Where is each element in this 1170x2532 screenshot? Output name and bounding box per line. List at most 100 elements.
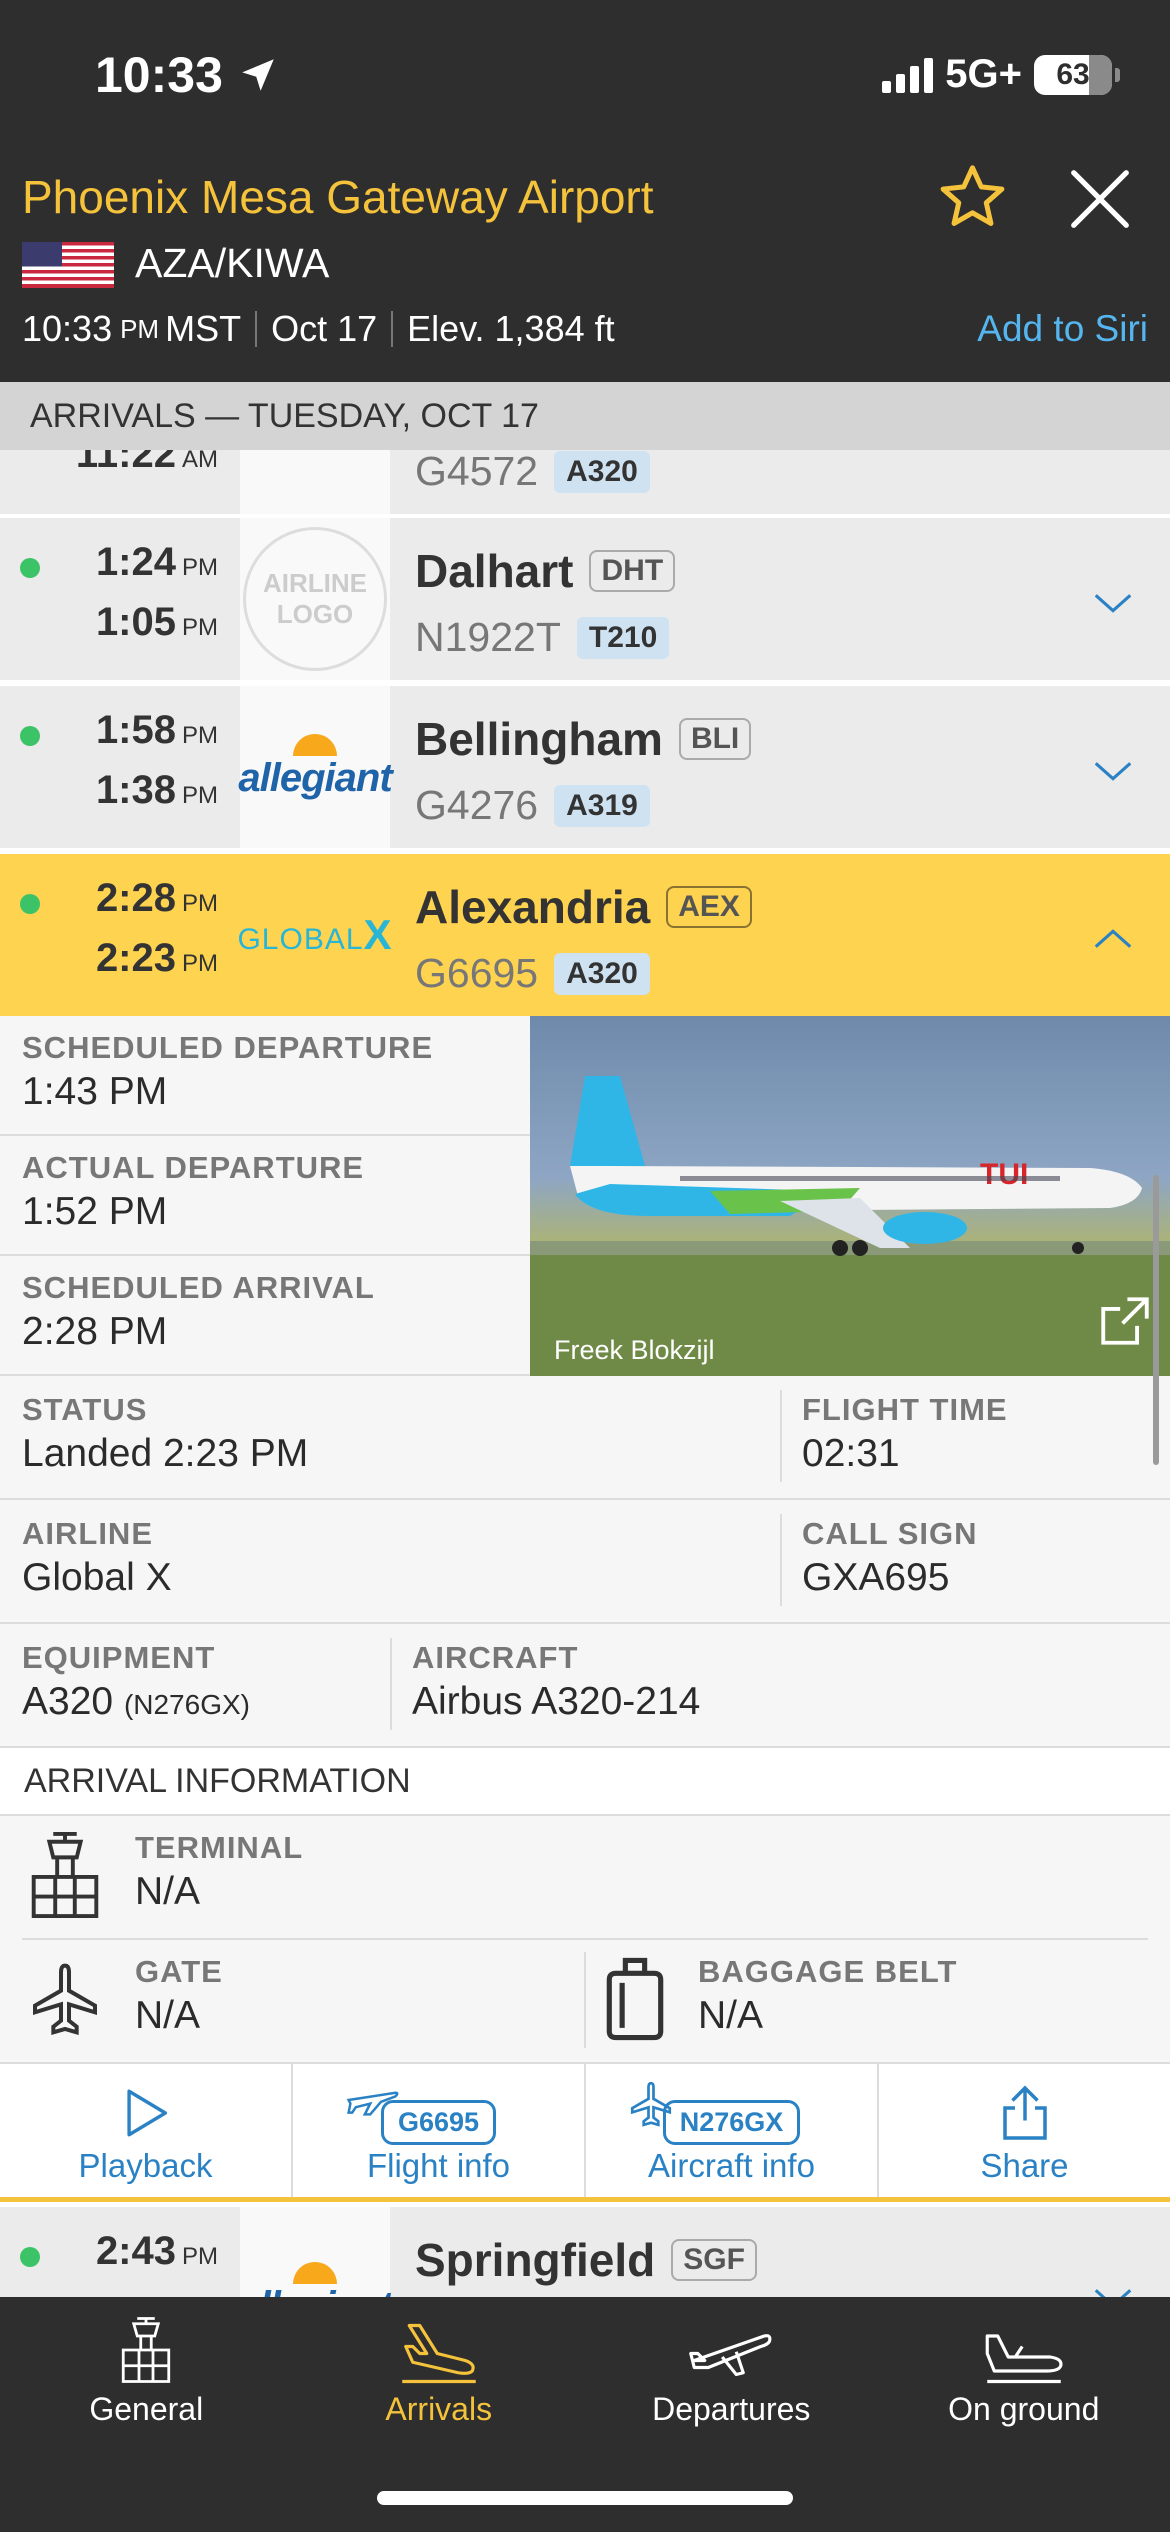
flight-number: G6695 A320 — [415, 950, 650, 997]
plane-icon — [33, 1963, 98, 2035]
aircraft-type-badge: A320 — [554, 450, 650, 493]
equipment: A320 (N276GX) — [22, 1680, 250, 1723]
scheduled-arrival-time: 2:43 PM — [95, 2229, 218, 2273]
flight-row-bellingham[interactable]: 1:58 PM 1:38 PM allegiant Bellingham BLI G4… — [0, 686, 1170, 848]
flight-number-tag: G6695 — [380, 2100, 497, 2145]
aircraft-type-badge: T210 — [576, 616, 670, 659]
terminal-row: TERMINAL N/A — [0, 1816, 1170, 1940]
local-time: 10:33 — [22, 308, 113, 349]
timezone: MST — [165, 308, 242, 349]
takeoff-plane-icon — [689, 2334, 772, 2377]
departure-times: SCHEDULED DEPARTURE 1:43 PM ACTUAL DEPAR… — [0, 1016, 530, 1376]
scheduled-arrival-time: 1:58 PM — [95, 708, 218, 752]
flight-number: G4276 A319 — [415, 782, 650, 829]
registration-tag: N276GX — [662, 2100, 801, 2145]
aircraft-type-badge: A320 — [554, 952, 650, 995]
chevron-down-icon[interactable] — [1090, 2275, 1136, 2297]
scheduled-departure: SCHEDULED DEPARTURE 1:43 PM — [0, 1016, 530, 1136]
chevron-down-icon[interactable] — [1090, 748, 1136, 794]
scheduled-arrival-time: 1:24 PM — [95, 540, 218, 584]
flight-time: 02:31 — [802, 1432, 900, 1475]
close-icon[interactable] — [1065, 164, 1135, 234]
aircraft-image: TUI — [530, 1076, 1170, 1376]
luggage-icon — [606, 1957, 664, 2041]
status-dot — [20, 558, 40, 578]
home-indicator[interactable] — [377, 2491, 793, 2505]
gate-baggage-row: GATE N/A BAGGAGE BELT N/A — [0, 1940, 1170, 2064]
aircraft-info-button[interactable]: N276GX Aircraft info — [586, 2064, 879, 2197]
local-date: Oct 17 — [271, 308, 378, 349]
elevation: Elev. 1,384 ft — [407, 308, 615, 349]
airline-logo: allegiant — [238, 2207, 393, 2297]
iata-badge: BLI — [678, 718, 752, 760]
open-external-icon[interactable] — [1096, 1292, 1154, 1350]
landing-plane-icon — [402, 2323, 476, 2384]
airport-meta: 10:33 PM MST Oct 17 Elev. 1,384 ft — [22, 308, 615, 350]
status-indicators: 5G+ 63 — [882, 52, 1120, 97]
chevron-down-icon[interactable] — [1090, 580, 1136, 626]
arrivals-date-header: ARRIVALS — TUESDAY, OCT 17 — [0, 382, 1170, 450]
scheduled-arrival: SCHEDULED ARRIVAL 2:28 PM — [0, 1256, 530, 1376]
us-flag-icon — [22, 242, 114, 288]
status-dot — [20, 2247, 40, 2267]
arrival-information-title: ARRIVAL INFORMATION — [0, 1748, 1170, 1816]
actual-departure: ACTUAL DEPARTURE 1:52 PM — [0, 1136, 530, 1256]
airport-name: Phoenix Mesa Gateway Airport — [22, 171, 654, 223]
status-row: STATUS Landed 2:23 PM FLIGHT TIME 02:31 — [0, 1376, 1170, 1500]
aircraft-type-badge: A319 — [554, 784, 650, 827]
iata-badge: AEX — [666, 886, 752, 928]
tab-general[interactable]: General — [0, 2297, 293, 2532]
flight-row-alexandria[interactable]: 2:28 PM 2:23 PM GLOBALX Alexandria AEX G669… — [0, 854, 1170, 1016]
airline-logo: allegiant — [238, 686, 393, 848]
scheduled-arrival-time: 2:28 PM — [95, 876, 218, 920]
add-to-siri-link[interactable]: Add to Siri — [977, 308, 1148, 350]
origin-city: Springfield SGF — [415, 2233, 757, 2287]
airline-logo: allegiant — [240, 450, 390, 514]
actual-arrival-time: 1:38 PM — [95, 768, 218, 812]
photo-credit: Freek Blokzijl — [554, 1335, 715, 1365]
aircraft-photo[interactable]: TUI Freek Blokzijl — [530, 1016, 1170, 1376]
flight-actions: Playback G6695 Flight info N276GX Aircra… — [0, 2062, 1170, 2202]
airline-row: AIRLINE Global X CALL SIGN GXA695 — [0, 1500, 1170, 1624]
flight-row-dalhart[interactable]: 1:24 PM 1:05 PM AIRLINE LOGO Dalhart DHT N1… — [0, 518, 1170, 680]
scrollbar[interactable] — [1153, 1175, 1159, 1465]
playback-button[interactable]: Playback — [0, 2064, 293, 2197]
share-icon — [1002, 2085, 1047, 2140]
chevron-up-icon[interactable] — [1090, 916, 1136, 962]
terminal-tower-icon — [31, 1831, 99, 1919]
flight-status: Landed 2:23 PM — [22, 1432, 309, 1475]
iata-badge: SGF — [671, 2239, 757, 2281]
baggage-value: N/A — [698, 1994, 764, 2037]
ground-plane-icon — [985, 2334, 1063, 2384]
favorite-star-icon[interactable] — [935, 160, 1010, 235]
signal-icon — [882, 57, 934, 93]
network-type: 5G+ — [945, 52, 1022, 96]
battery-level: 63 — [1056, 57, 1090, 91]
actual-arrival-time: 1:05 PM — [95, 600, 218, 644]
origin-city: Dalhart DHT — [415, 544, 676, 598]
airline-name: Global X — [22, 1556, 172, 1599]
flight-number: N1922T T210 — [415, 614, 670, 661]
status-bar: 10:33 5G+ 63 — [0, 0, 1170, 150]
battery-icon: 63 — [1034, 54, 1120, 95]
share-button[interactable]: Share — [879, 2064, 1170, 2197]
airport-code: AZA/KIWA — [135, 240, 330, 286]
call-sign: GXA695 — [802, 1556, 950, 1599]
origin-city: Bellingham BLI — [415, 712, 752, 766]
flight-row-springfield[interactable]: 2:43PM allegiant SpringfieldSGF — [0, 2207, 1170, 2297]
actual-arrival-time: 2:23 PM — [95, 936, 218, 980]
status-dot — [20, 726, 40, 746]
status-dot — [20, 894, 40, 914]
arrival-time: 11:22 AM — [75, 450, 218, 476]
clock: 10:33 — [95, 47, 223, 103]
iata-badge: DHT — [589, 550, 676, 592]
tab-on-ground[interactable]: On ground — [878, 2297, 1170, 2532]
arrivals-list[interactable]: 11:22AM allegiant G4572A320 1:24PM 1:05P… — [0, 450, 1170, 2297]
aircraft-model: Airbus A320-214 — [412, 1680, 701, 1723]
origin-city: Alexandria AEX — [415, 880, 752, 934]
status-time: 10:33 — [95, 46, 279, 104]
livery-text: TUI — [980, 1158, 1028, 1191]
equipment-row: EQUIPMENT A320 (N276GX) AIRCRAFT Airbus A3… — [0, 1624, 1170, 1748]
flight-row[interactable]: 11:22AM allegiant G4572A320 — [0, 450, 1170, 514]
flight-info-button[interactable]: G6695 Flight info — [293, 2064, 586, 2197]
